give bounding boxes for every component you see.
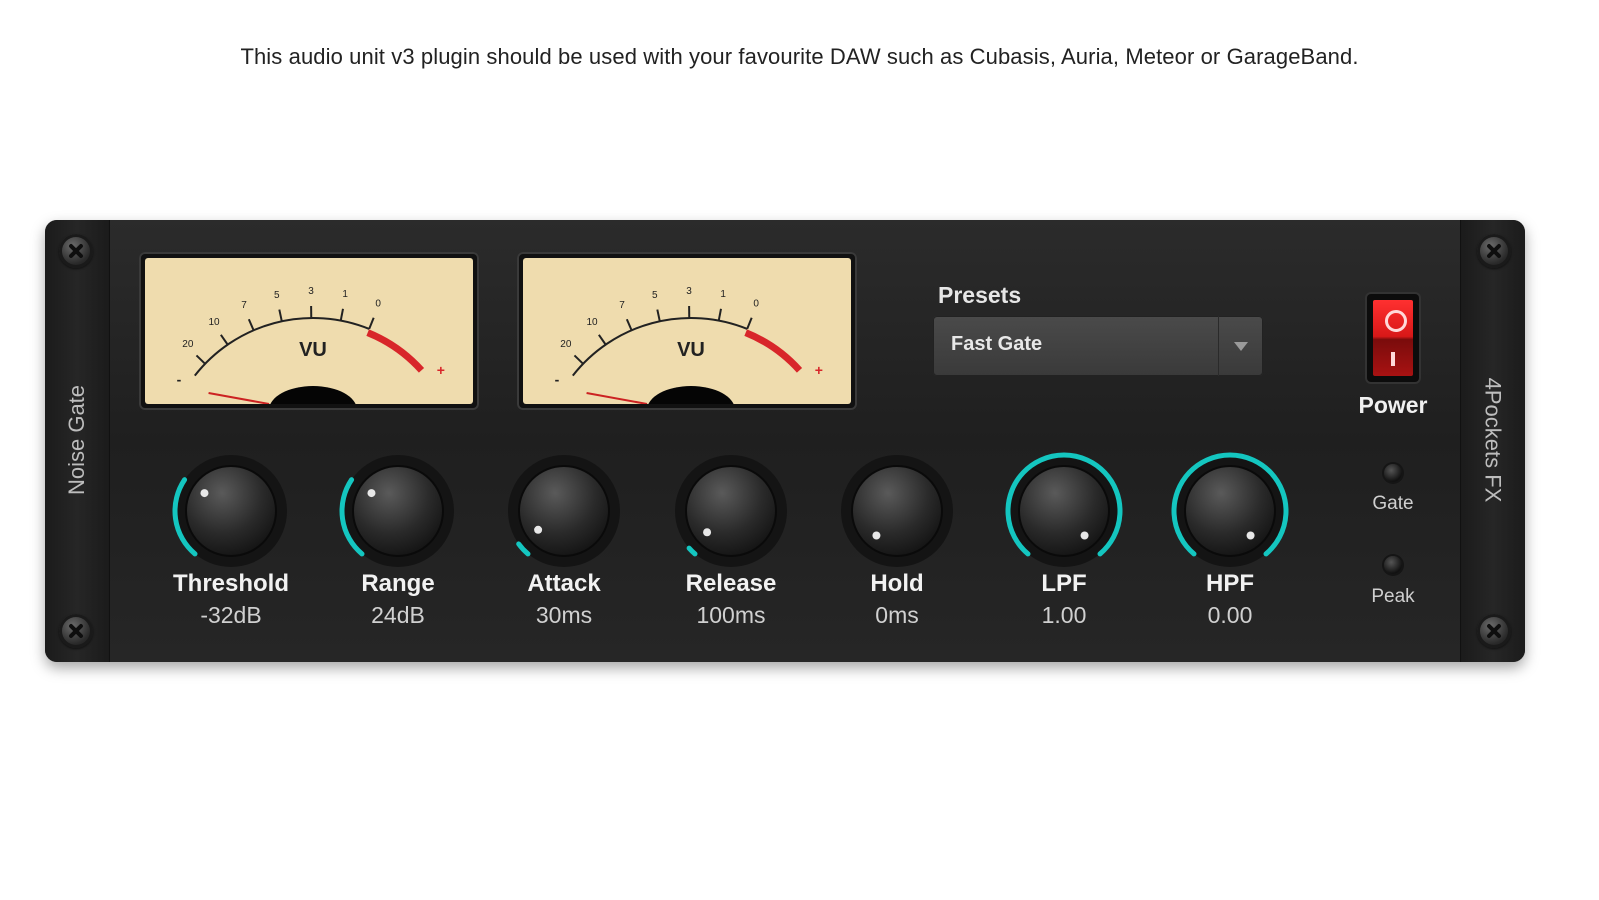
knob-range[interactable]: [335, 448, 461, 574]
knob-hpf[interactable]: [1167, 448, 1293, 574]
gate-led-label: Gate: [1372, 493, 1414, 514]
knob-cap: [1184, 465, 1276, 557]
vu-scale-label: 7: [241, 300, 247, 311]
vu-sign-label: +: [437, 362, 445, 378]
vu-meter-left: 20 10 7 5 3 1 0- + VU: [139, 252, 479, 410]
screw-icon: [1477, 234, 1511, 268]
vu-scale-label: 3: [308, 286, 314, 297]
vu-scale-label: 1: [720, 289, 726, 300]
knob-value: 100ms: [696, 602, 766, 628]
knob-cap: [518, 465, 610, 557]
preset-selected-value: Fast Gate: [951, 333, 1043, 355]
knob-cap: [851, 465, 943, 557]
vu-scale-label: 0: [753, 299, 759, 310]
vu-scale-label: 7: [619, 300, 625, 311]
knob-hold[interactable]: [834, 448, 960, 574]
knob-label: Attack: [527, 570, 601, 597]
knob-lpf[interactable]: [1001, 448, 1127, 574]
chevron-down-icon[interactable]: [1218, 316, 1263, 376]
screw-icon: [59, 614, 93, 648]
knob-label: Release: [685, 570, 777, 597]
knob-value: 0.00: [1207, 602, 1253, 628]
knob-cap: [1018, 465, 1110, 557]
knob-pointer: [872, 531, 881, 540]
knob-cap: [685, 465, 777, 557]
knob-pointer: [534, 525, 543, 534]
knob-pointer: [1246, 531, 1255, 540]
presets-dropdown[interactable]: Fast Gate: [933, 316, 1263, 376]
knob-label: Threshold: [172, 570, 290, 597]
knob-value: 1.00: [1041, 602, 1087, 628]
knob-dial[interactable]: [1001, 448, 1127, 574]
power-switch[interactable]: [1367, 294, 1419, 382]
vu-scale-label: 10: [208, 317, 220, 328]
power-label: Power: [1358, 392, 1428, 418]
knob-label: Hold: [870, 570, 924, 597]
knob-attack[interactable]: [501, 448, 627, 574]
vu-sign-label: -: [177, 371, 182, 387]
knob-pointer: [703, 528, 712, 537]
vu-label: VU: [299, 339, 327, 361]
brand-name: 4Pockets FX: [1481, 377, 1506, 503]
power-rocker: [1373, 300, 1413, 376]
vu-scale-label: 0: [375, 299, 381, 310]
vu-scale-label: 20: [560, 339, 572, 350]
vu-scale-label: 1: [342, 289, 348, 300]
plugin-name: Noise Gate: [64, 384, 89, 496]
vu-label: VU: [677, 339, 705, 361]
vu-sign-label: -: [555, 371, 560, 387]
peak-led-label: Peak: [1371, 586, 1415, 607]
vu-meter-face: 201075 3 10-+VU: [523, 258, 851, 404]
knob-threshold[interactable]: [168, 448, 294, 574]
vu-scale-label: 5: [274, 290, 280, 301]
screw-icon: [59, 234, 93, 268]
knob-pointer: [1080, 531, 1089, 540]
knob-value: 24dB: [371, 602, 425, 628]
power-off-icon: [1385, 310, 1407, 332]
description-caption: This audio unit v3 plugin should be used…: [240, 44, 1359, 69]
power-on-icon: [1391, 352, 1395, 366]
knob-release[interactable]: [668, 448, 794, 574]
gate-led-icon: [1384, 464, 1402, 482]
knob-dial[interactable]: [834, 448, 960, 574]
knob-label: HPF: [1206, 570, 1254, 597]
knob-dial[interactable]: [668, 448, 794, 574]
vu-scale-label: 3: [686, 286, 692, 297]
knob-label: LPF: [1041, 570, 1087, 597]
knob-cap: [352, 465, 444, 557]
knob-pointer: [367, 489, 376, 498]
knob-label: Range: [361, 570, 435, 597]
knob-cap: [185, 465, 277, 557]
plugin-panel: Noise Gate 4Pockets FX 20 10 7 5 3 1 0- + VU 20 1…: [45, 220, 1525, 662]
knob-dial[interactable]: [168, 448, 294, 574]
right-rack-ear: 4Pockets FX: [1460, 220, 1525, 662]
knob-dial[interactable]: [501, 448, 627, 574]
vu-sign-label: +: [815, 362, 823, 378]
vu-meter-right: 20 10 7 5 3 1 0- + VU: [517, 252, 857, 410]
vu-meter-face: 201075 3 10-+VU: [145, 258, 473, 404]
knob-value: 30ms: [535, 602, 593, 628]
screw-icon: [1477, 614, 1511, 648]
knob-value: 0ms: [875, 602, 919, 628]
presets-label: Presets: [938, 282, 1022, 308]
knob-dial[interactable]: [335, 448, 461, 574]
vu-scale-label: 5: [652, 290, 658, 301]
vu-scale-label: 10: [586, 317, 598, 328]
vu-scale-label: 20: [182, 339, 194, 350]
knob-pointer: [200, 489, 209, 498]
knob-dial[interactable]: [1167, 448, 1293, 574]
peak-led-icon: [1384, 556, 1402, 574]
left-rack-ear: Noise Gate: [45, 220, 110, 662]
knob-value: -32dB: [200, 602, 262, 628]
